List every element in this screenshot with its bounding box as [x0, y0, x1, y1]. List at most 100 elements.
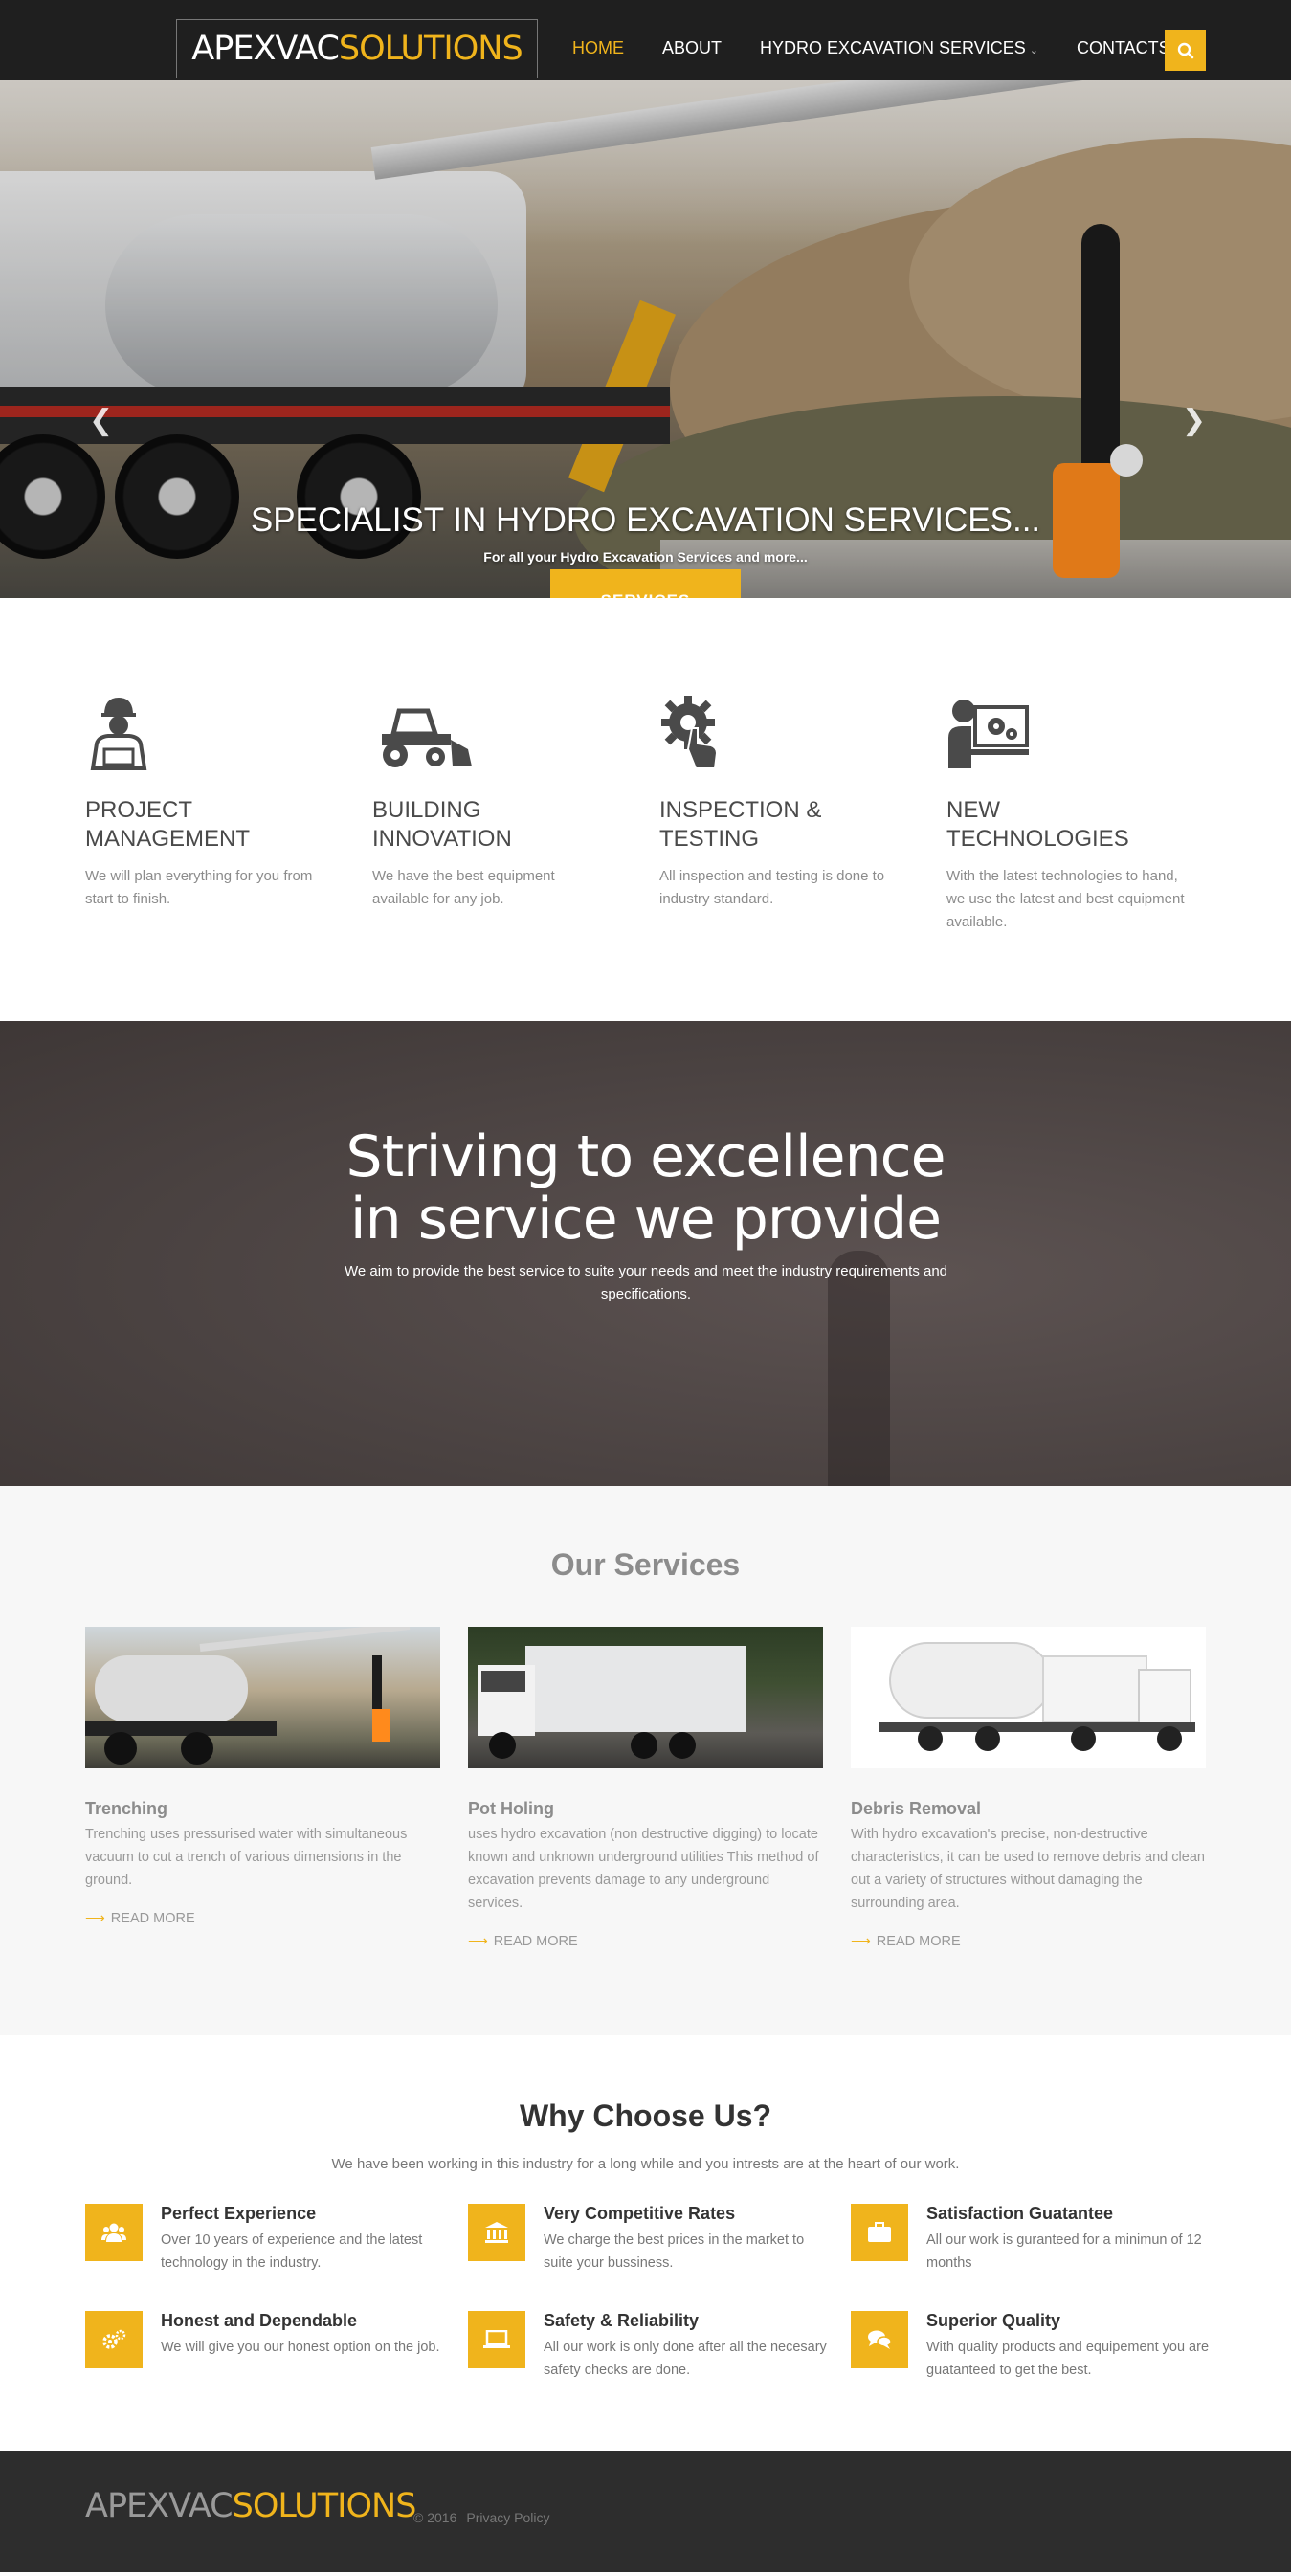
image-wheel: [104, 1732, 137, 1765]
why-item-title: Superior Quality: [926, 2311, 1061, 2330]
why-icon-box: [851, 2311, 908, 2368]
services-title: Our Services: [550, 1547, 741, 1582]
feature-title: NEW TECHNOLOGIES: [946, 797, 1129, 852]
footer-brand-part-2: SOLUTIONS: [232, 2487, 417, 2525]
feature-building-innovation: BUILDING INNOVATION We have the best equ…: [372, 694, 612, 911]
feature-text: We have the best equipment available for…: [372, 868, 555, 907]
feature-title: INSPECTION & TESTING: [659, 797, 822, 852]
why-item-title: Safety & Reliability: [544, 2311, 700, 2330]
footer-brand-part-1: APEXVAC: [85, 2487, 234, 2525]
footer-logo[interactable]: APEXVACSOLUTIONS: [85, 2487, 417, 2525]
services-section: Our Services Trenching Trenching uses pr…: [0, 1486, 1291, 2035]
service-text: Trenching uses pressurised water with si…: [85, 1827, 408, 1888]
service-card-trenching: Trenching Trenching uses pressurised wat…: [85, 1627, 440, 1926]
why-item-title: Very Competitive Rates: [544, 2204, 736, 2223]
striving-text: We aim to provide the best service to su…: [344, 1263, 948, 1302]
nav-item-about[interactable]: ABOUT: [662, 38, 722, 58]
service-title: Pot Holing: [468, 1799, 554, 1818]
why-choose-section: Why Choose Us? We have been working in t…: [0, 2035, 1291, 2451]
nav-item-home[interactable]: HOME: [572, 38, 624, 58]
service-text: uses hydro excavation (non destructive d…: [468, 1827, 819, 1911]
why-icon-box: [85, 2311, 143, 2368]
why-item-title: Satisfaction Guatantee: [926, 2204, 1114, 2223]
slider-prev-arrow-icon[interactable]: ❮: [89, 404, 113, 437]
hero-services-button[interactable]: SERVICES: [550, 569, 741, 598]
why-item-text: Over 10 years of experience and the late…: [161, 2232, 423, 2271]
copyright-text: © 2016: [413, 2510, 457, 2525]
image-truck-windshield: [481, 1671, 525, 1692]
image-wheel: [1071, 1726, 1096, 1751]
image-wheel: [669, 1732, 696, 1759]
striving-title: Striving to excellence in service we prov…: [0, 1126, 1291, 1251]
image-truck-body: [525, 1646, 746, 1732]
worker-icon: [90, 698, 147, 770]
striving-title-line-1: Striving to excellence: [345, 1123, 946, 1190]
why-icon-box: [851, 2204, 908, 2261]
top-navbar: APEXVAC SOLUTIONS HOME ABOUT HYDRO EXCAVA…: [0, 0, 1291, 80]
why-lead: We have been working in this industry fo…: [331, 2156, 960, 2172]
nav-item-hydro-excavation-services[interactable]: HYDRO EXCAVATION SERVICES ⌄: [760, 38, 1038, 58]
nav-item-contacts[interactable]: CONTACTS: [1077, 38, 1170, 58]
bank-icon: [485, 2222, 508, 2243]
service-image[interactable]: [85, 1627, 440, 1768]
service-title: Trenching: [85, 1799, 168, 1818]
search-button[interactable]: [1165, 30, 1206, 71]
read-more-link[interactable]: ⟶ READ MORE: [85, 1911, 440, 1926]
hero-slider: ❮ ❯ SPECIALIST IN HYDRO EXCAVATION SERVI…: [0, 80, 1291, 598]
cogs-icon: [102, 2329, 126, 2349]
read-more-link[interactable]: ⟶ READ MORE: [468, 1934, 823, 1949]
arrow-right-icon: ⟶: [851, 1934, 871, 1949]
image-wheel: [181, 1732, 213, 1765]
feature-project-management: PROJECT MANAGEMENT We will plan everythi…: [85, 694, 324, 911]
image-wheel: [1157, 1726, 1182, 1751]
feature-new-technologies: NEW TECHNOLOGIES With the latest technol…: [946, 694, 1186, 934]
briefcase-icon: [868, 2222, 891, 2242]
feature-title: PROJECT MANAGEMENT: [85, 797, 251, 852]
feature-text: We will plan everything for you from sta…: [85, 868, 313, 907]
image-truck-body: [1042, 1655, 1147, 1722]
service-text: With hydro excavation's precise, non-des…: [851, 1827, 1205, 1911]
read-more-label: READ MORE: [110, 1911, 195, 1926]
nav-item-label: HYDRO EXCAVATION SERVICES: [760, 37, 1026, 57]
why-item-text: We will give you our honest option on th…: [161, 2340, 440, 2355]
why-icon-box: [468, 2204, 525, 2261]
feature-text: With the latest technologies to hand, we…: [946, 868, 1185, 930]
image-wheel: [918, 1726, 943, 1751]
service-title: Debris Removal: [851, 1799, 982, 1818]
laptop-icon: [483, 2330, 510, 2348]
image-wheel: [631, 1732, 657, 1759]
service-image[interactable]: [468, 1627, 823, 1768]
feature-inspection-testing: INSPECTION & TESTING All inspection and …: [659, 694, 899, 911]
brand-logo[interactable]: APEXVAC SOLUTIONS: [176, 19, 538, 78]
footer: APEXVACSOLUTIONS © 2016 Privacy Policy: [0, 2451, 1291, 2572]
why-icon-box: [85, 2204, 143, 2261]
striving-title-line-2: in service we provide: [349, 1186, 942, 1253]
service-card-debris-removal: Debris Removal With hydro excavation's p…: [851, 1627, 1206, 1949]
footer-copyright: © 2016 Privacy Policy: [413, 2510, 560, 2525]
image-truck-cab: [1138, 1669, 1191, 1726]
arrow-right-icon: ⟶: [468, 1934, 488, 1949]
read-more-label: READ MORE: [876, 1934, 961, 1949]
read-more-label: READ MORE: [493, 1934, 578, 1949]
image-truck-tank: [889, 1642, 1052, 1719]
why-title: Why Choose Us?: [519, 2099, 772, 2133]
why-item-text: All our work is guranteed for a minimun …: [926, 2232, 1202, 2271]
feature-text: All inspection and testing is done to in…: [659, 868, 885, 907]
hero-title: SPECIALIST IN HYDRO EXCAVATION SERVICES.…: [250, 501, 1041, 539]
privacy-policy-link[interactable]: Privacy Policy: [466, 2510, 549, 2525]
slider-next-arrow-icon[interactable]: ❯: [1182, 404, 1206, 437]
why-icon-box: [468, 2311, 525, 2368]
brand-part-1: APEXVAC: [191, 30, 340, 68]
why-item-text: We charge the best prices in the market …: [544, 2232, 805, 2271]
arrow-right-icon: ⟶: [85, 1911, 105, 1926]
image-worker: [372, 1709, 390, 1742]
service-image[interactable]: [851, 1627, 1206, 1768]
why-item-text: All our work is only done after all the …: [544, 2340, 827, 2378]
feature-title: BUILDING INNOVATION: [372, 797, 512, 852]
features-section: PROJECT MANAGEMENT We will plan everythi…: [0, 598, 1291, 1021]
read-more-link[interactable]: ⟶ READ MORE: [851, 1934, 1206, 1949]
users-icon: [101, 2223, 126, 2242]
service-card-pot-holing: Pot Holing uses hydro excavation (non de…: [468, 1627, 823, 1949]
comments-icon: [868, 2330, 892, 2349]
image-truck-boom: [199, 1627, 411, 1652]
